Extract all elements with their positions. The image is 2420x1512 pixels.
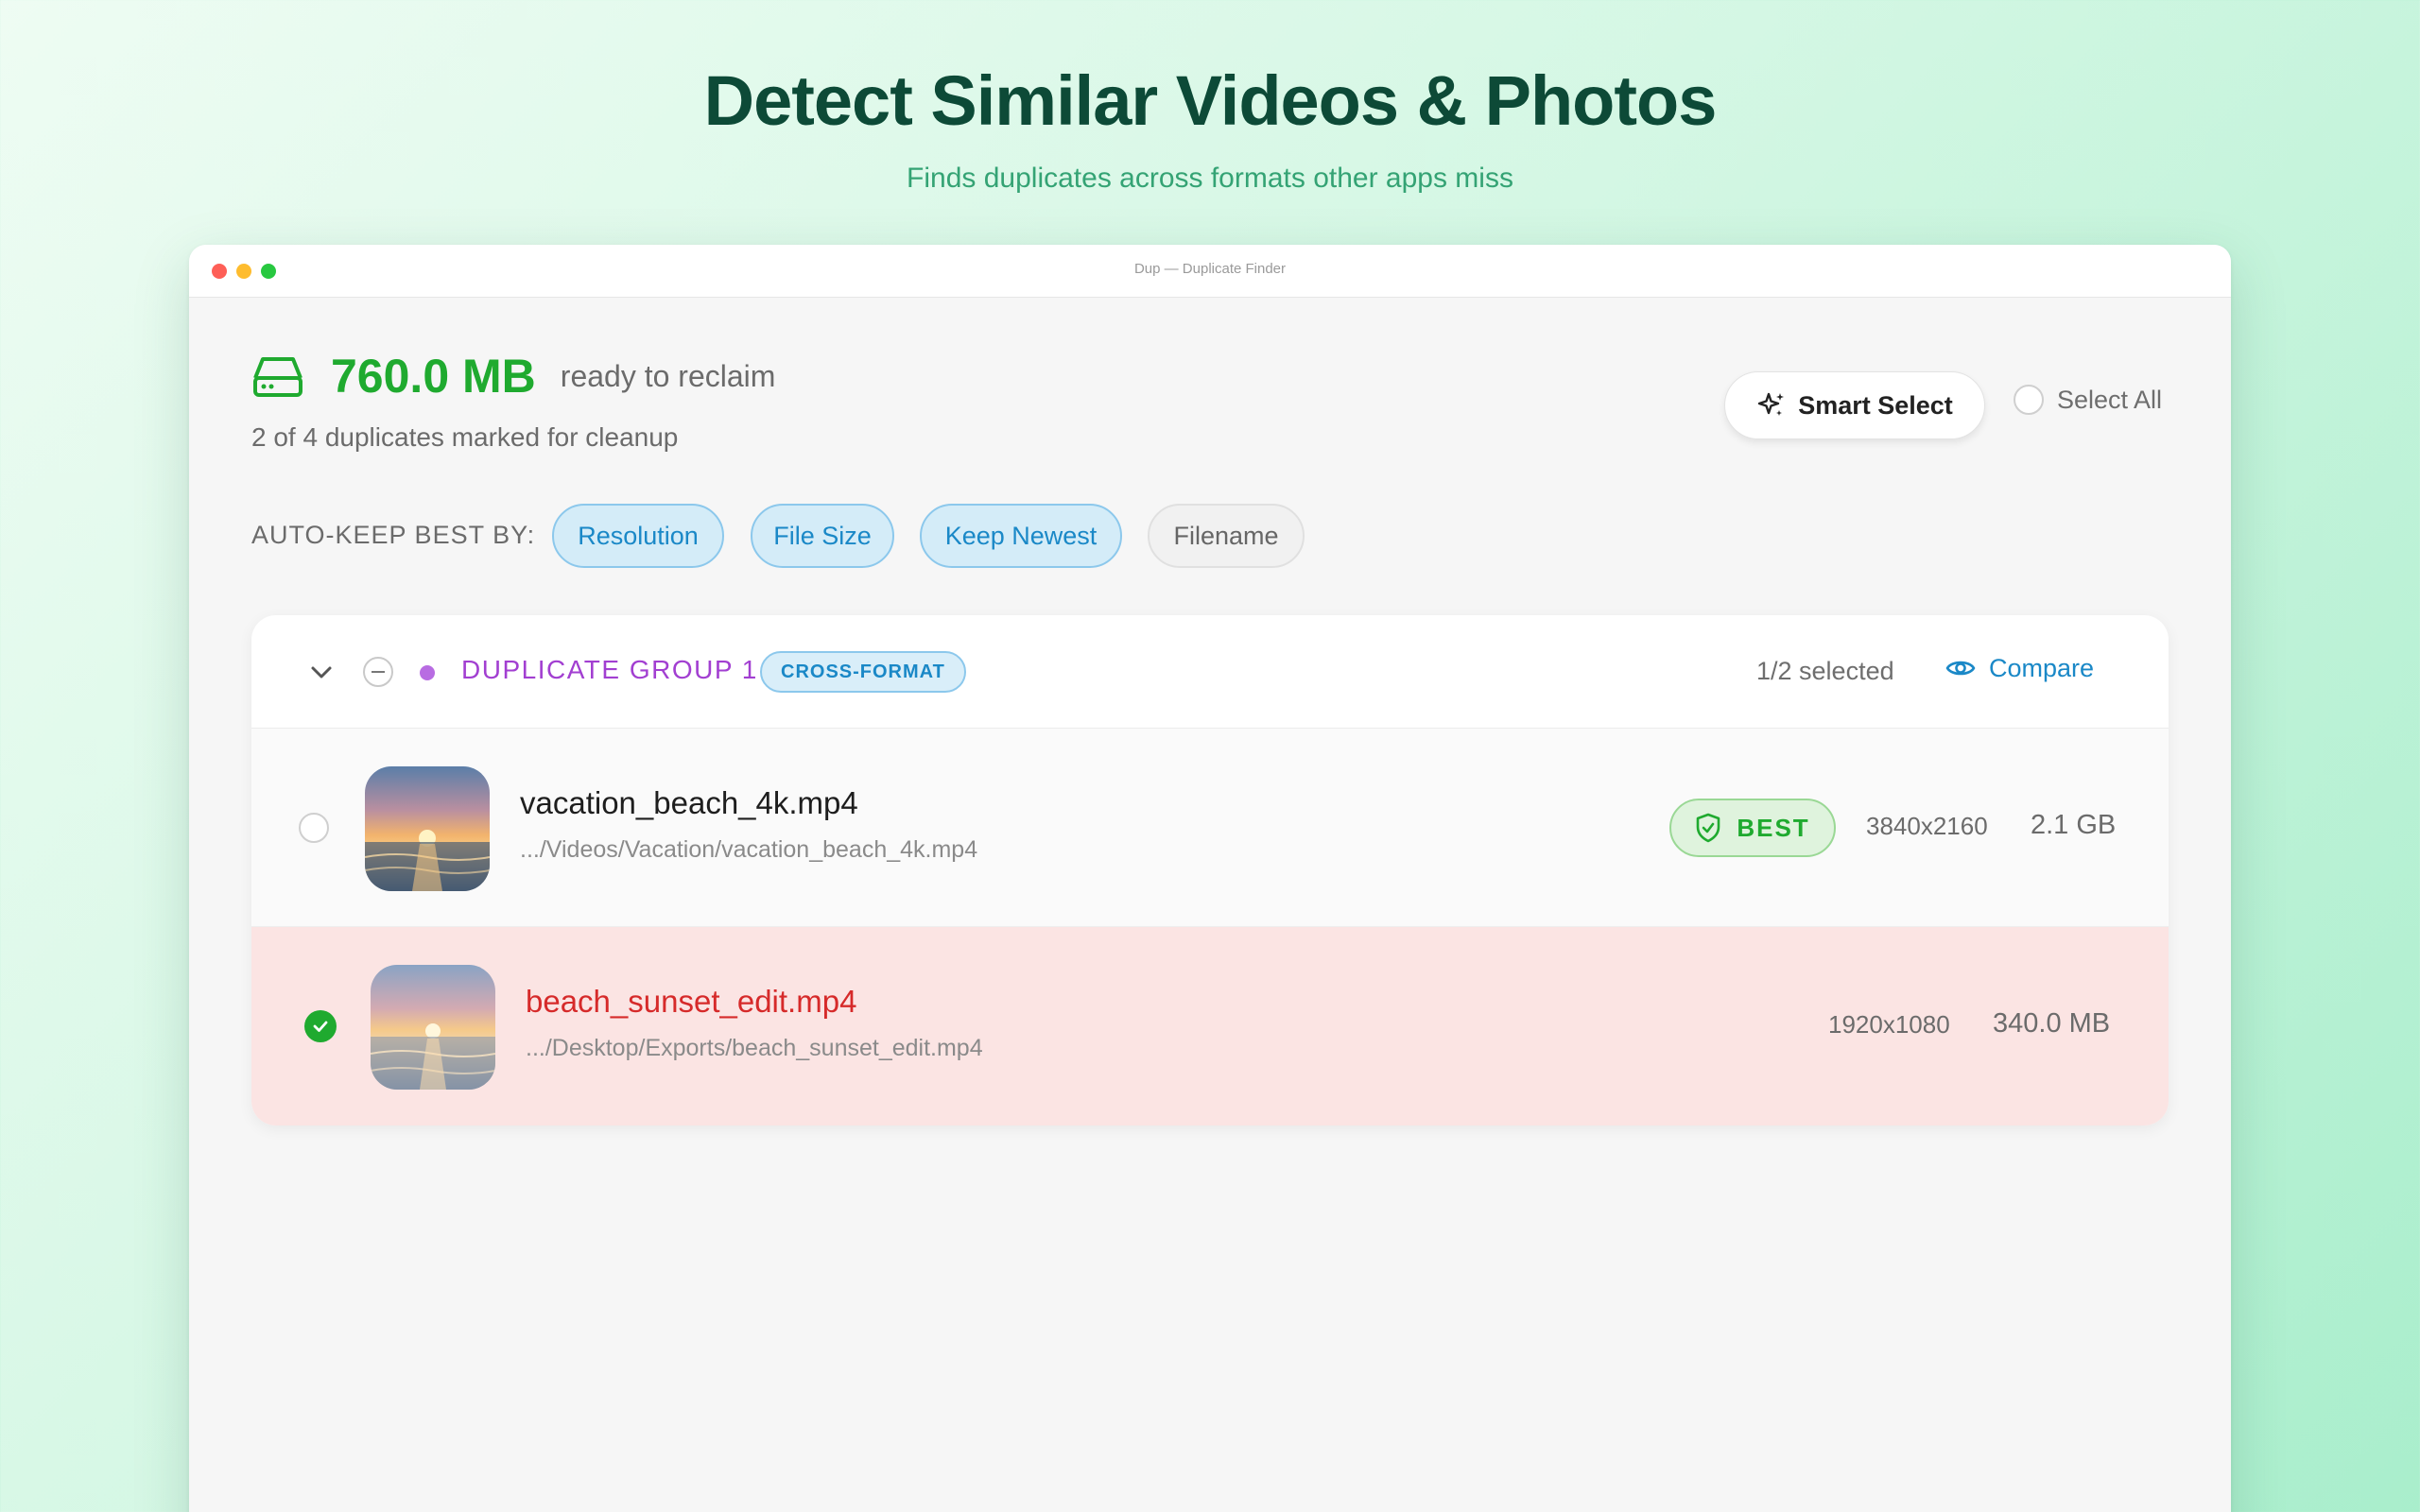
reclaim-label: ready to reclaim (560, 358, 776, 393)
hard-drive-icon (253, 357, 302, 397)
file-row-selected[interactable]: beach_sunset_edit.mp4 .../Desktop/Export… (251, 927, 2169, 1125)
shield-check-icon (1697, 813, 1720, 843)
file-path: .../Videos/Vacation/vacation_beach_4k.mp… (520, 836, 978, 863)
group-color-dot (420, 665, 435, 680)
window-title: Dup — Duplicate Finder (1133, 261, 1287, 277)
file-name: beach_sunset_edit.mp4 (526, 984, 857, 1019)
eye-icon (1945, 661, 1976, 676)
chip-file-size[interactable]: File Size (751, 504, 894, 568)
file-size: 340.0 MB (1993, 1008, 2111, 1039)
file-resolution: 3840x2160 (1866, 812, 1988, 840)
reclaim-size: 760.0 MB (331, 350, 536, 403)
checkmark-icon (313, 1021, 328, 1032)
cross-format-badge: CROSS-FORMAT (760, 651, 966, 693)
beach-sunset-thumbnail (371, 965, 495, 1090)
minus-icon (372, 671, 385, 673)
video-thumbnail (365, 766, 490, 891)
chip-keep-newest[interactable]: Keep Newest (920, 504, 1122, 568)
smart-select-label: Smart Select (1798, 390, 1953, 420)
group-selected-count: 1/2 selected (1756, 657, 1894, 685)
compare-button[interactable]: Compare (1945, 653, 2094, 683)
group-header: DUPLICATE GROUP 1 CROSS-FORMAT 1/2 selec… (251, 615, 2169, 729)
file-size: 2.1 GB (2031, 810, 2117, 840)
beach-sunset-thumbnail (365, 766, 490, 891)
best-badge: BEST (1669, 799, 1836, 857)
best-label: BEST (1737, 813, 1810, 842)
hero-title: Detect Similar Videos & Photos (703, 61, 1718, 140)
app-window: Dup — Duplicate Finder 760.0 MB ready to… (189, 245, 2231, 1512)
chevron-down-icon[interactable] (306, 657, 337, 687)
file-resolution: 1920x1080 (1828, 1010, 1950, 1039)
sparkles-icon (1758, 392, 1785, 416)
smart-select-button[interactable]: Smart Select (1724, 371, 1985, 439)
marked-count-text: 2 of 4 duplicates marked for cleanup (251, 422, 679, 452)
compare-label: Compare (1989, 653, 2095, 682)
select-all-toggle[interactable]: Select All (2014, 385, 2162, 415)
file-path: .../Desktop/Exports/beach_sunset_edit.mp… (526, 1035, 983, 1061)
file-select-checked[interactable] (304, 1010, 337, 1042)
deselect-group-button[interactable] (363, 657, 393, 687)
chip-resolution[interactable]: Resolution (552, 504, 724, 568)
file-row[interactable]: vacation_beach_4k.mp4 .../Videos/Vacatio… (251, 729, 2169, 927)
select-all-label: Select All (2057, 385, 2163, 414)
reclaim-summary: 760.0 MB ready to reclaim (251, 349, 775, 404)
file-select-radio[interactable] (299, 813, 329, 843)
select-all-radio[interactable] (2014, 385, 2044, 415)
hero-subtitle: Finds duplicates across formats other ap… (907, 163, 1513, 194)
group-title: DUPLICATE GROUP 1 (461, 655, 758, 684)
chip-filename[interactable]: Filename (1148, 504, 1305, 568)
duplicate-group-card: DUPLICATE GROUP 1 CROSS-FORMAT 1/2 selec… (251, 615, 2169, 1125)
title-bar: Dup — Duplicate Finder (189, 245, 2231, 298)
video-thumbnail (371, 965, 495, 1090)
file-name: vacation_beach_4k.mp4 (520, 785, 858, 820)
auto-keep-label: AUTO-KEEP BEST BY: (251, 521, 536, 549)
